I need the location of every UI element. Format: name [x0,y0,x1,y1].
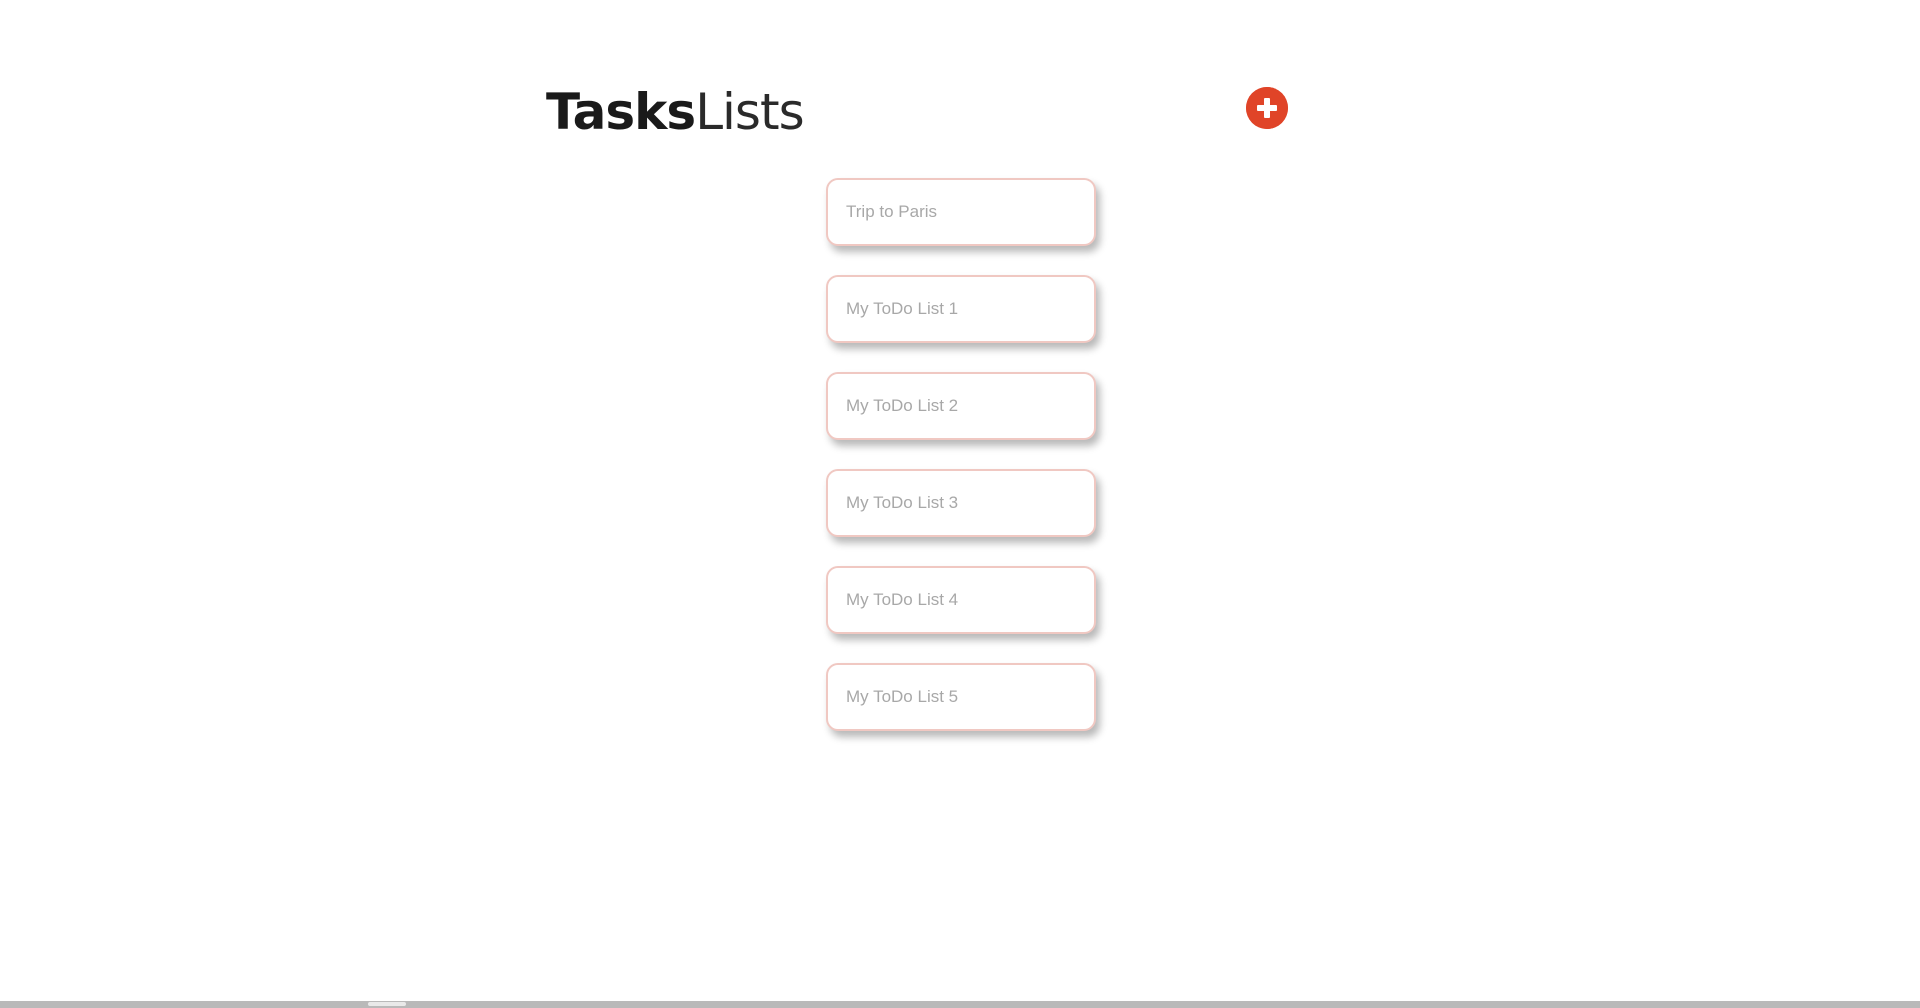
list-item[interactable]: My ToDo List 4 [826,566,1096,634]
list-item[interactable]: My ToDo List 5 [826,663,1096,731]
list-item[interactable]: My ToDo List 1 [826,275,1096,343]
horizontal-scrollbar[interactable] [0,1001,1920,1008]
add-list-button[interactable] [1246,87,1288,129]
list-item[interactable]: My ToDo List 2 [826,372,1096,440]
list-item[interactable]: My ToDo List 3 [826,469,1096,537]
list-item-label: My ToDo List 2 [846,396,959,415]
title-light: Lists [695,83,804,141]
list-item-label: My ToDo List 4 [846,590,959,609]
page-title: TasksLists [546,80,805,144]
header: TasksLists [546,80,1290,150]
scrollbar-thumb[interactable] [368,1002,406,1006]
list-item-label: My ToDo List 1 [846,299,959,318]
app-page: TasksLists Trip to Paris My ToDo List 1 … [0,0,1920,1008]
title-bold: Tasks [546,83,696,141]
task-lists: Trip to Paris My ToDo List 1 My ToDo Lis… [826,178,1096,760]
plus-circle-icon [1246,87,1288,129]
list-item-label: My ToDo List 3 [846,493,959,512]
list-item-label: My ToDo List 5 [846,687,959,706]
list-item[interactable]: Trip to Paris [826,178,1096,246]
list-item-label: Trip to Paris [846,202,938,221]
